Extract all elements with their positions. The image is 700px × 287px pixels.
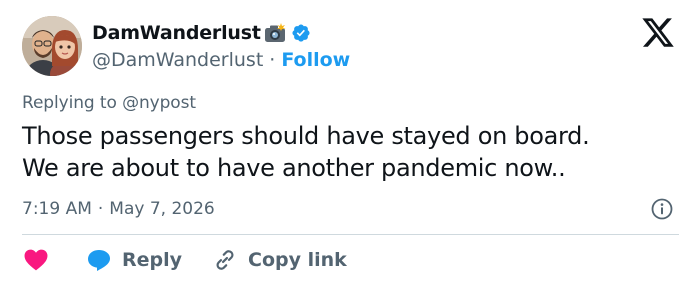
x-logo-icon[interactable] — [640, 18, 676, 50]
verified-badge-icon — [291, 23, 311, 43]
like-button[interactable] — [22, 248, 50, 272]
timestamp-separator: · — [97, 199, 104, 219]
tweet-date: May 7, 2026 — [109, 199, 215, 219]
tweet-text-line: We are about to have another pandemic no… — [22, 154, 566, 182]
reply-bubble-icon — [86, 248, 112, 272]
reply-label: Reply — [122, 249, 183, 271]
tweet-time: 7:19 AM — [22, 199, 92, 219]
follow-button[interactable]: Follow — [281, 49, 350, 71]
tweet-text-line: Those passengers should have stayed on b… — [22, 122, 590, 150]
tweet-text: Those passengers should have stayed on b… — [22, 120, 672, 184]
tweet-timestamp[interactable]: 7:19 AM · May 7, 2026 — [22, 197, 215, 221]
link-icon — [212, 247, 238, 273]
copy-link-button[interactable]: Copy link — [212, 247, 347, 273]
user-name-row: DamWanderlust — [92, 20, 311, 46]
copy-link-label: Copy link — [248, 249, 347, 271]
handle-row: @DamWanderlust · Follow — [92, 48, 350, 72]
heart-icon — [22, 248, 50, 272]
divider — [22, 234, 679, 235]
info-icon[interactable] — [651, 198, 673, 220]
replying-to: Replying to @nypost — [22, 93, 196, 113]
camera-flash-icon — [264, 23, 286, 43]
tweet-embed: DamWanderlust @DamWanderlust · Follow Re… — [0, 0, 700, 287]
display-name[interactable]: DamWanderlust — [92, 22, 261, 44]
reply-button[interactable]: Reply — [86, 248, 182, 272]
replying-prefix: Replying to — [22, 93, 117, 113]
action-bar: Reply Copy link — [22, 246, 347, 274]
replying-to-user[interactable]: @nypost — [122, 93, 196, 113]
user-handle[interactable]: @DamWanderlust — [92, 49, 263, 71]
avatar[interactable] — [22, 16, 82, 76]
separator-dot: · — [269, 49, 276, 71]
